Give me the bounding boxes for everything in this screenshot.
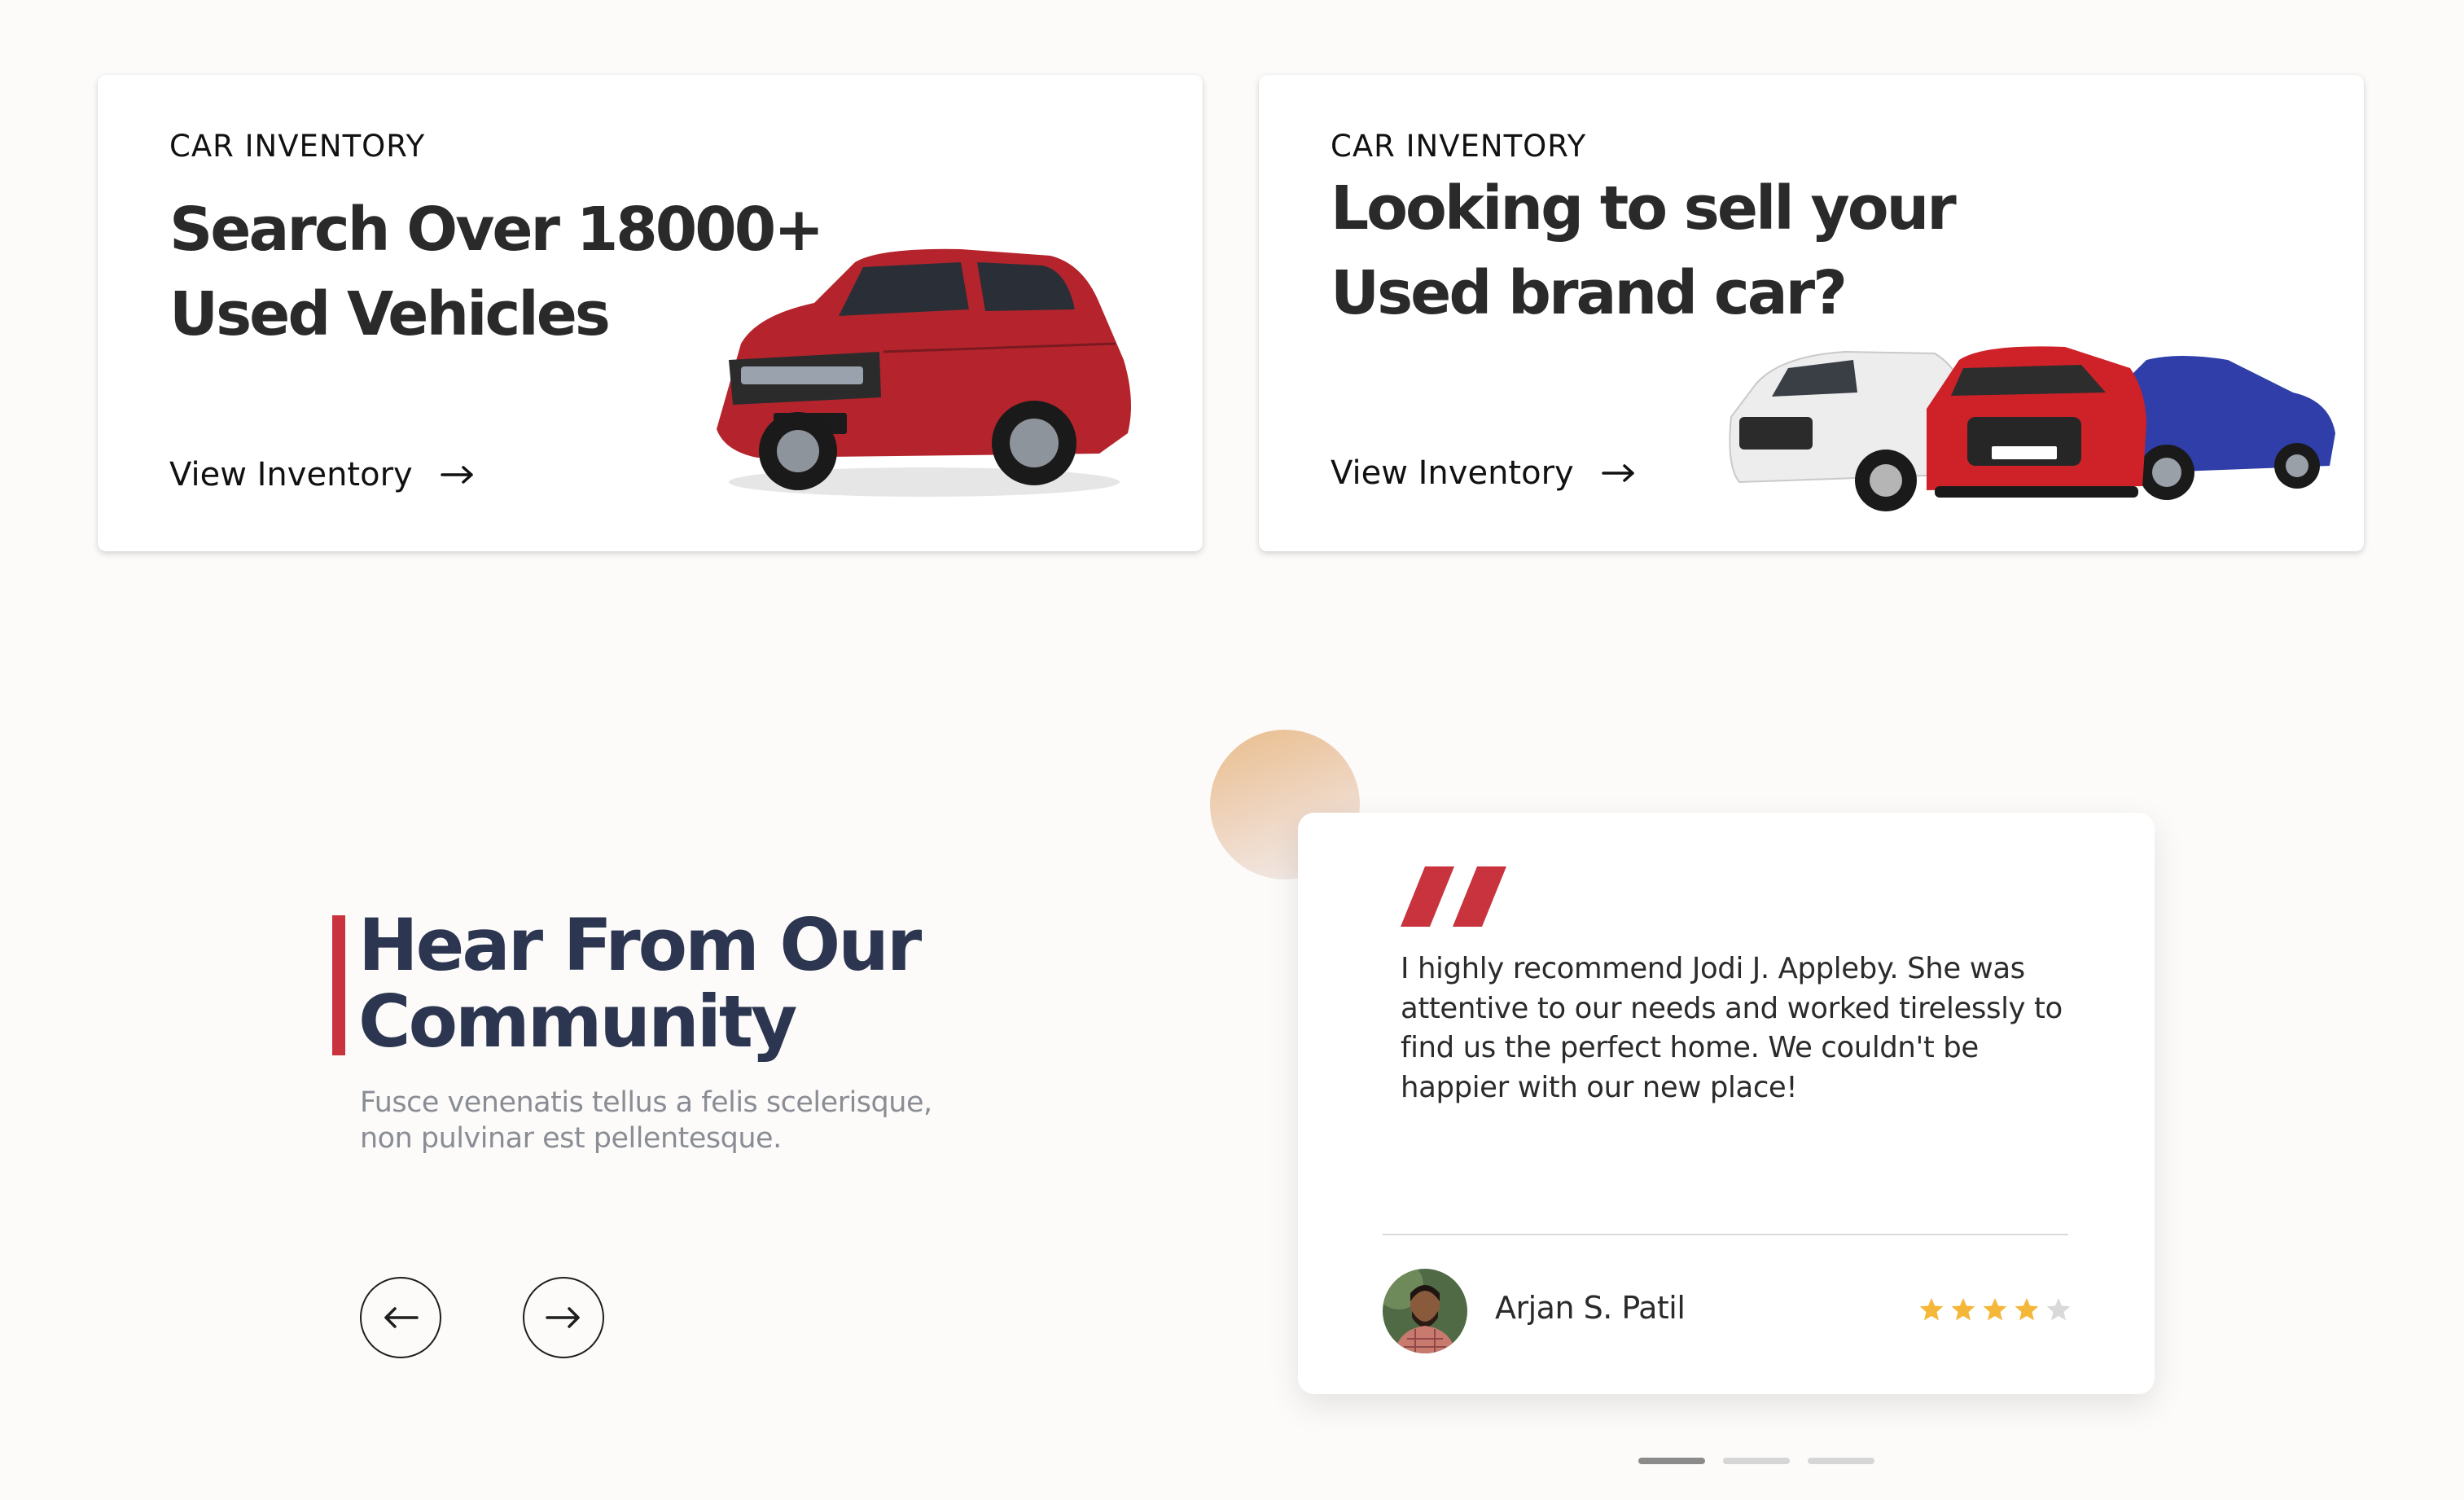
star-empty-icon: [2046, 1298, 2071, 1321]
testimonial-quote-line2: attentive to our needs and worked tirele…: [1401, 991, 2063, 1025]
testimonial-quote: I highly recommend Jodi J. Appleby. She …: [1401, 950, 2085, 1107]
star-filled-icon: [1983, 1298, 2007, 1321]
testimonial-author: Arjan S. Patil: [1495, 1290, 1686, 1326]
star-filled-icon: [1951, 1298, 1975, 1321]
arrow-left-icon: [384, 1307, 419, 1328]
red-suv-image: [717, 248, 1131, 497]
carousel-dot[interactable]: [1723, 1458, 1790, 1464]
testimonial-quote-line4: happier with our new place!: [1401, 1070, 1798, 1104]
carousel-pagination: [1638, 1458, 1874, 1464]
inventory-card-search: CAR INVENTORY Search Over 18000+ Used Ve…: [98, 75, 1203, 551]
card-eyebrow: CAR INVENTORY: [1331, 129, 1587, 164]
view-inventory-label: View Inventory: [169, 456, 413, 493]
next-testimonial-button[interactable]: [523, 1277, 604, 1358]
card-title-line1: Looking to sell your: [1331, 173, 1957, 243]
arrow-right-icon: [440, 466, 473, 484]
heading-accent-bar: [332, 915, 345, 1055]
star-filled-icon: [1919, 1298, 1944, 1321]
inventory-card-sell: CAR INVENTORY Looking to sell your Used …: [1259, 75, 2364, 551]
star-rating: [1918, 1296, 2072, 1322]
testimonial-quote-line1: I highly recommend Jodi J. Appleby. She …: [1401, 952, 2025, 985]
view-inventory-link[interactable]: View Inventory: [169, 456, 475, 493]
section-subtitle-line2: non pulvinar est pellentesque.: [360, 1122, 782, 1155]
card-title: Looking to sell your Used brand car?: [1331, 166, 2145, 336]
section-title-line1: Hear From Our: [358, 903, 922, 987]
section-title-line2: Community: [358, 980, 797, 1064]
author-portrait-image: [1383, 1269, 1467, 1353]
quote-mark-icon: [1401, 866, 1506, 927]
card-title-line2: Used brand car?: [1331, 258, 1848, 328]
testimonial-card: I highly recommend Jodi J. Appleby. She …: [1298, 813, 2155, 1394]
testimonial-divider: [1383, 1234, 2068, 1235]
card-eyebrow: CAR INVENTORY: [169, 129, 426, 164]
star-filled-icon: [2015, 1298, 2039, 1321]
section-subtitle: Fusce venenatis tellus a felis scelerisq…: [360, 1085, 979, 1156]
carousel-dot[interactable]: [1808, 1458, 1874, 1464]
view-inventory-label: View Inventory: [1331, 454, 1574, 492]
previous-testimonial-button[interactable]: [360, 1277, 441, 1358]
testimonial-quote-line3: find us the perfect home. We couldn't be: [1401, 1031, 1979, 1064]
section-subtitle-line1: Fusce venenatis tellus a felis scelerisq…: [360, 1086, 932, 1119]
arrow-right-icon: [546, 1307, 580, 1328]
page: CAR INVENTORY Search Over 18000+ Used Ve…: [0, 0, 2464, 1500]
three-cars-image: [1729, 346, 2335, 511]
carousel-dot[interactable]: [1638, 1458, 1705, 1464]
arrow-right-icon: [1601, 464, 1634, 482]
view-inventory-link[interactable]: View Inventory: [1331, 454, 1636, 492]
avatar: [1383, 1269, 1467, 1353]
section-title: Hear From Our Community: [358, 907, 1091, 1060]
